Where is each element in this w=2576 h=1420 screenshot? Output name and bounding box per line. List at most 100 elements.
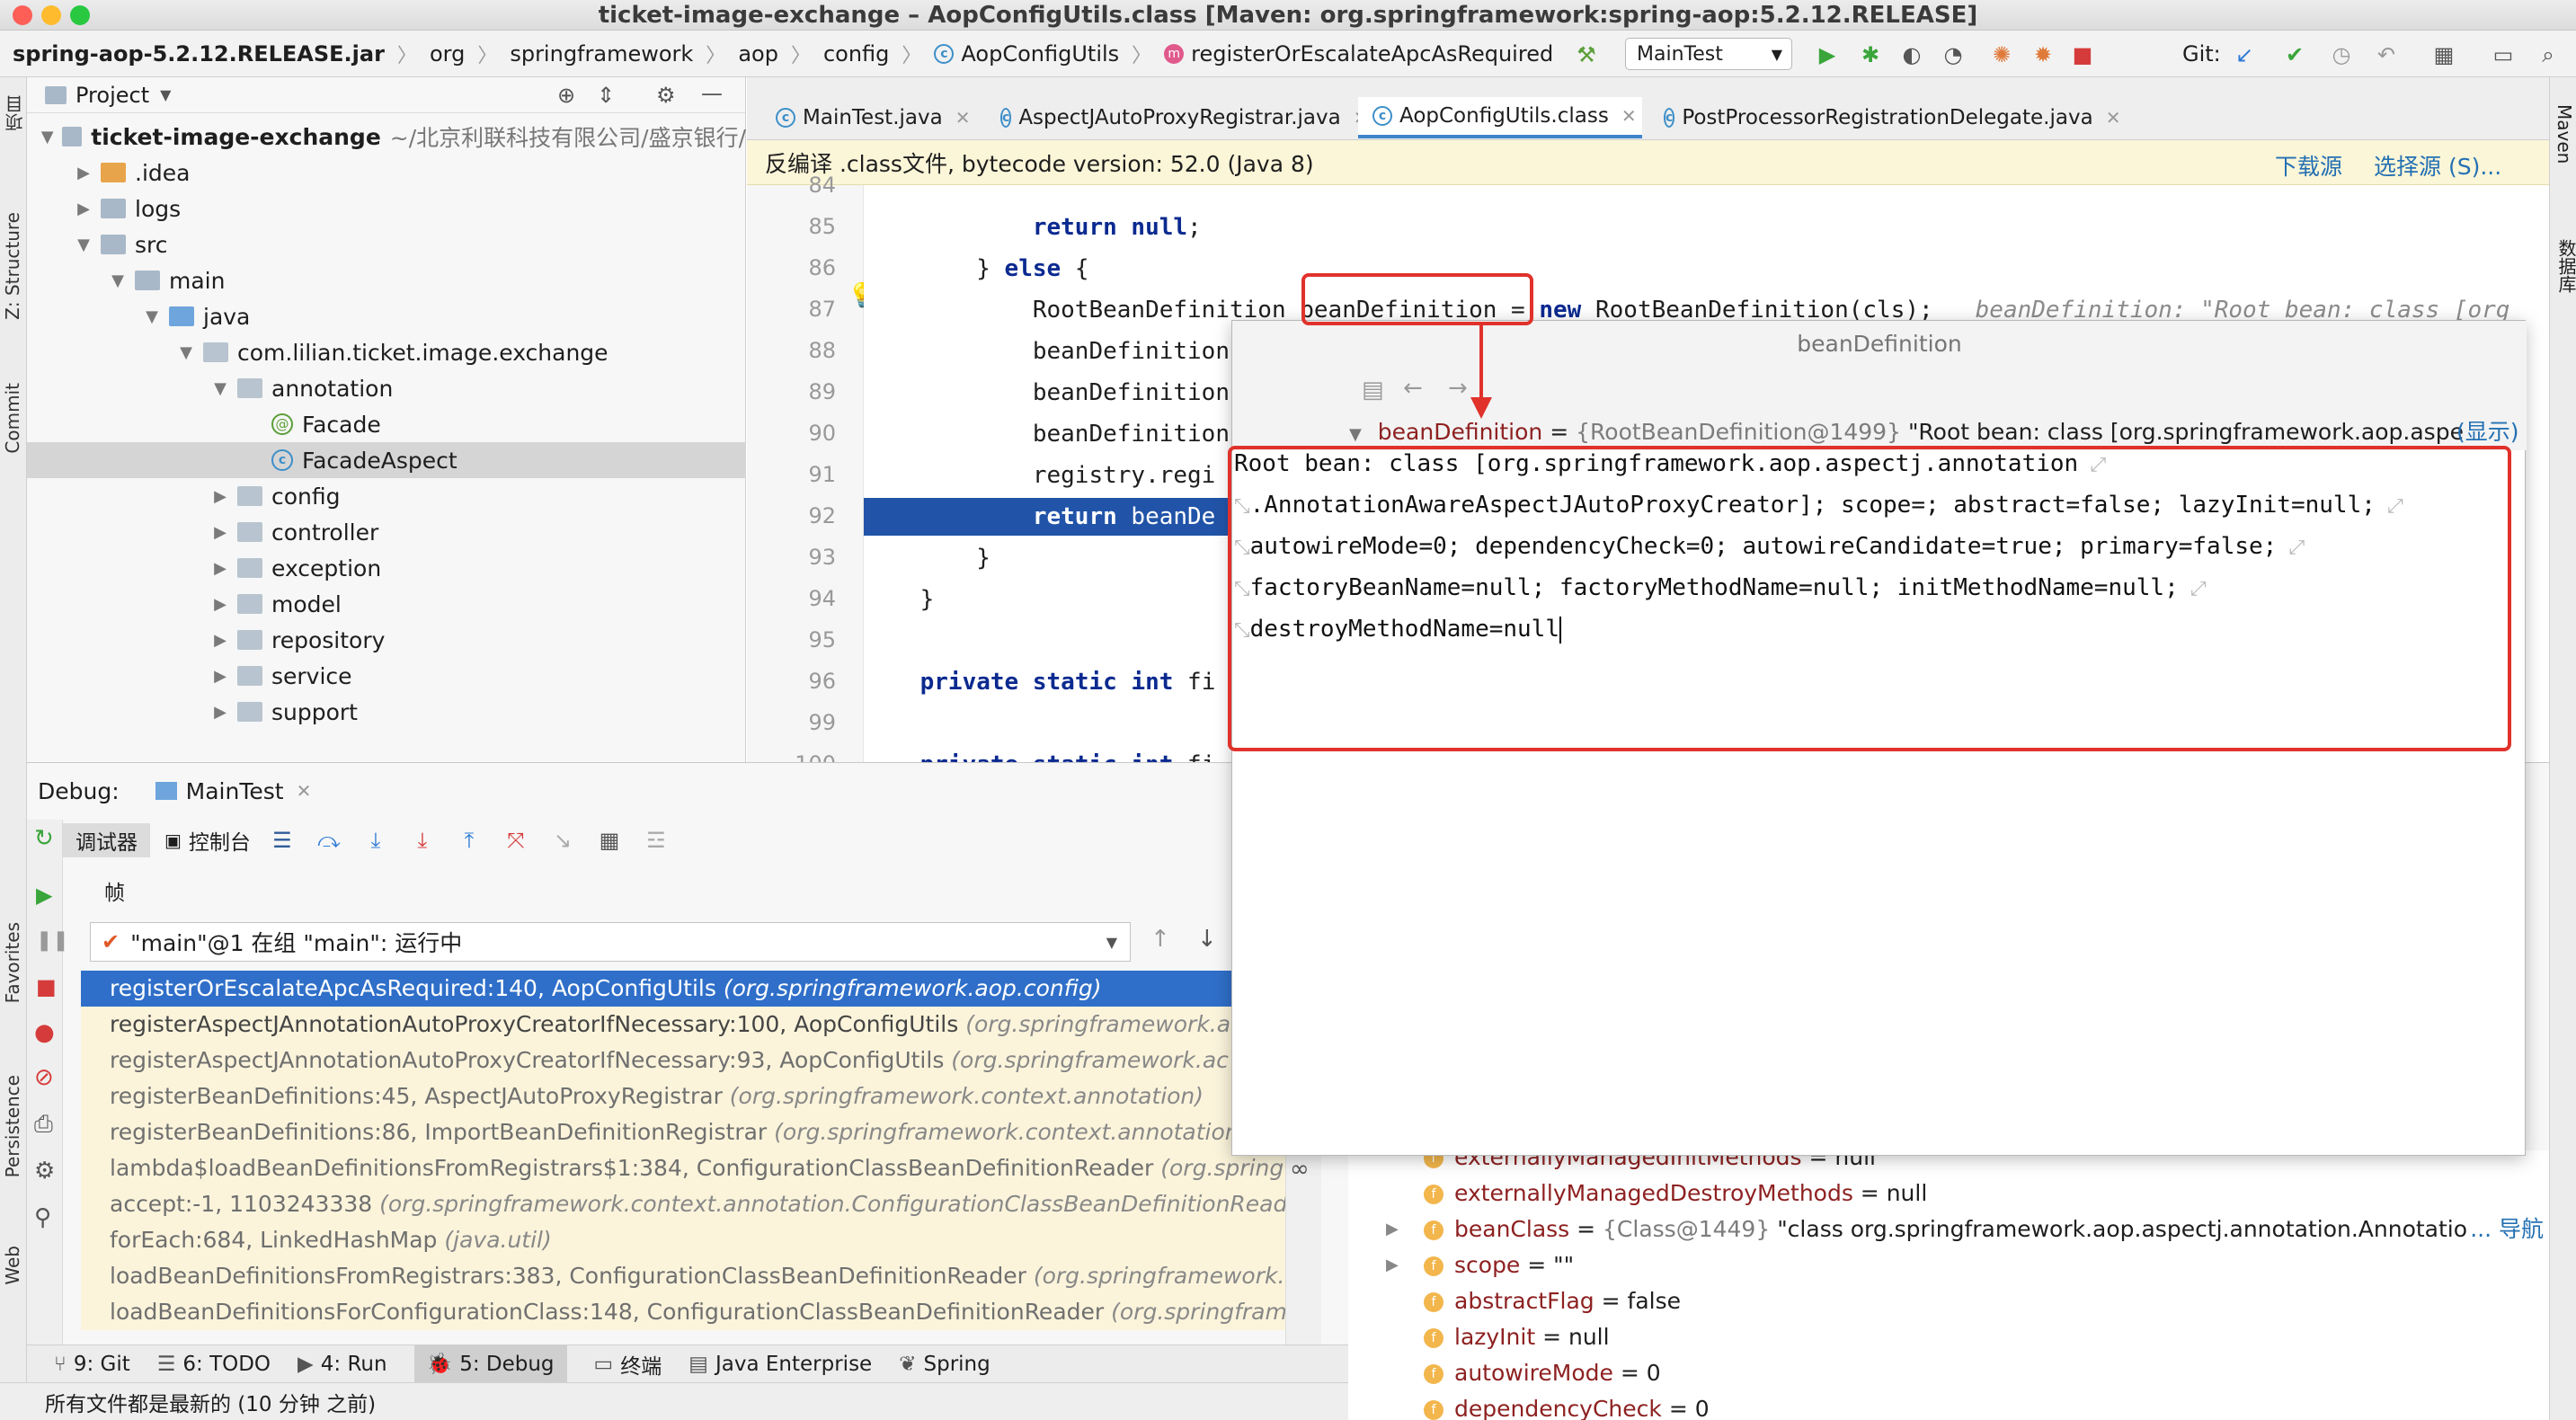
tree-item[interactable]: ▼ java	[27, 298, 746, 334]
database-tool-tab[interactable]: 数据库	[2554, 239, 2576, 293]
favorites-tool-tab[interactable]: Favorites	[2, 922, 23, 1003]
persistence-tool-tab[interactable]: Persistence	[2, 1075, 23, 1177]
collapsed-arrow-icon[interactable]: ▶	[210, 487, 230, 506]
tree-item[interactable]: ▶ service	[27, 658, 746, 694]
project-tool-tab[interactable]: 项目	[2, 95, 28, 131]
bottom-tab[interactable]: ☰ 6: TODO	[157, 1345, 271, 1383]
arrow-up-icon[interactable]: ↑	[1150, 926, 1170, 953]
collapsed-arrow-icon[interactable]: ▶	[74, 164, 93, 182]
stack-frame[interactable]: registerOrEscalateApcAsRequired:140, Aop…	[81, 971, 1285, 1007]
trace-icon[interactable]: ☲	[643, 827, 670, 854]
expanded-arrow-icon[interactable]: ▼	[210, 379, 230, 398]
run-configuration-select[interactable]: MainTest ▼	[1625, 38, 1792, 70]
tree-item[interactable]: ▶ config	[27, 478, 746, 514]
thread-select[interactable]: ✔ "main"@1 在组 "main": 运行中 ▼	[90, 922, 1131, 962]
project-structure-icon[interactable]: ▦	[2432, 43, 2456, 67]
git-update-icon[interactable]: ↙	[2233, 43, 2256, 67]
drop-frame-icon[interactable]: ⤧	[502, 827, 529, 854]
expanded-arrow-icon[interactable]: ▼	[142, 307, 162, 326]
popup-tree-icon[interactable]: ▤	[1362, 377, 1384, 404]
stack-frame[interactable]: registerAspectJAnnotationAutoProxyCreato…	[81, 1043, 1285, 1078]
expand-arrow-icon[interactable]: ▶	[1386, 1211, 1399, 1247]
locate-file-icon[interactable]: ⊕	[557, 83, 575, 108]
breadcrumb-aop[interactable]: aop	[738, 41, 778, 67]
bottom-tab[interactable]: ⑂ 9: Git	[54, 1345, 130, 1383]
bottom-tab[interactable]: ▭ 终端	[594, 1345, 662, 1383]
tree-item[interactable]: c FacadeAspect	[27, 442, 746, 478]
expanded-arrow-icon[interactable]: ▼	[108, 271, 128, 290]
breadcrumb-class[interactable]: c AopConfigUtils	[934, 41, 1119, 67]
tree-item[interactable]: ▶ repository	[27, 622, 746, 658]
expanded-arrow-icon[interactable]: ▼	[176, 343, 196, 362]
tab-maintest[interactable]: c MainTest.java ✕	[761, 97, 977, 138]
gear-icon[interactable]: ⚙	[656, 83, 676, 108]
close-icon[interactable]: ✕	[1621, 105, 1637, 127]
tree-item[interactable]: @ Facade	[27, 406, 746, 442]
tree-item[interactable]: ▶ model	[27, 586, 746, 622]
stack-frame[interactable]: registerBeanDefinitions:86, ImportBeanDe…	[81, 1114, 1285, 1150]
tree-item[interactable]: ▼ com.lilian.ticket.image.exchange	[27, 334, 746, 370]
show-execution-point-icon[interactable]: ⤼	[315, 827, 342, 854]
bottom-tab[interactable]: ▤ Java Enterprise	[688, 1345, 872, 1383]
commit-tool-tab[interactable]: Commit	[2, 383, 23, 454]
git-history-icon[interactable]: ◷	[2330, 43, 2353, 67]
bottom-tab[interactable]: 🐞 5: Debug	[413, 1345, 567, 1383]
step-into-icon[interactable]: ⤓	[409, 827, 436, 854]
evaluate-expression-icon[interactable]: ▦	[596, 827, 623, 854]
expanded-arrow-icon[interactable]: ▼	[74, 235, 93, 254]
run-to-cursor-icon[interactable]: ↘	[549, 827, 576, 854]
download-sources-link[interactable]: 下载源	[2275, 149, 2342, 182]
camera-icon[interactable]: ⎙	[34, 1111, 53, 1139]
variable-row[interactable]: ▶ f beanClass = {Class@1449} "class org.sp…	[1348, 1211, 2549, 1247]
tree-item[interactable]: ▶ logs	[27, 191, 746, 226]
structure-tool-tab[interactable]: Z: Structure	[2, 212, 23, 320]
collapsed-arrow-icon[interactable]: ▶	[210, 559, 230, 578]
variable-row[interactable]: f dependencyCheck = 0	[1348, 1391, 2549, 1420]
pause-icon[interactable]: ❚❚	[36, 929, 69, 952]
project-panel-title[interactable]: Project	[76, 83, 149, 108]
stack-frame[interactable]: forEach:684, LinkedHashMap (java.util)	[81, 1222, 1285, 1258]
collapsed-arrow-icon[interactable]: ▶	[210, 703, 230, 722]
git-commit-check-icon[interactable]: ✔	[2283, 43, 2306, 67]
search-icon[interactable]: ⌕	[2536, 43, 2560, 67]
collapsed-arrow-icon[interactable]: ▶	[210, 595, 230, 614]
tree-item[interactable]: ▼ src	[27, 226, 746, 262]
run-icon[interactable]: ▶	[1816, 43, 1839, 67]
expanded-arrow-icon[interactable]: ▼	[40, 128, 55, 146]
breadcrumb-springframework[interactable]: springframework	[510, 41, 693, 67]
attach-debugger-icon[interactable]: ✺	[1990, 43, 2013, 67]
force-step-into-icon[interactable]: ⤒	[456, 827, 483, 854]
build-hammer-icon[interactable]: ⚒	[1575, 43, 1598, 67]
mute-breakpoints-icon[interactable]: ⊘	[34, 1064, 54, 1091]
web-tool-tab[interactable]: Web	[2, 1246, 23, 1285]
maven-tool-tab[interactable]: Maven	[2554, 104, 2575, 164]
presentation-icon[interactable]: ▭	[2492, 43, 2515, 67]
arrow-left-icon[interactable]: ←	[1403, 375, 1423, 402]
breadcrumb-method[interactable]: m registerOrEscalateApcAsRequired	[1164, 41, 1553, 67]
close-icon[interactable]: ✕	[297, 780, 312, 802]
variable-row[interactable]: f lazyInit = null	[1348, 1319, 2549, 1355]
collapsed-arrow-icon[interactable]: ▶	[210, 631, 230, 650]
collapse-all-icon[interactable]: ⇕	[597, 83, 615, 108]
pin-icon[interactable]: ⚲	[34, 1204, 51, 1231]
tree-item[interactable]: ▼ ticket-image-exchange ~/北京利联科技有限公司/盛京银行/	[27, 119, 746, 155]
update-running-icon[interactable]: ✹	[2031, 43, 2055, 67]
debug-bug-icon[interactable]: ✱	[1859, 43, 1882, 67]
layout-menu-icon[interactable]: ☰	[269, 827, 296, 854]
gear-icon[interactable]: ⚙	[34, 1158, 55, 1185]
profile-icon[interactable]: ◔	[1941, 43, 1965, 67]
tab-debugger[interactable]: 调试器	[63, 823, 150, 857]
tree-item[interactable]: ▶ exception	[27, 550, 746, 586]
variable-row[interactable]: f externallyManagedDestroyMethods = null	[1348, 1176, 2549, 1211]
stack-frame[interactable]: lambda$loadBeanDefinitionsFromRegistrars…	[81, 1150, 1285, 1186]
arrow-down-icon[interactable]: ↓	[1197, 926, 1217, 953]
breadcrumb-config[interactable]: config	[823, 41, 889, 67]
tree-item[interactable]: ▶ controller	[27, 514, 746, 550]
rerun-icon[interactable]: ↻	[34, 825, 54, 852]
stack-frame[interactable]: loadBeanDefinitionsForConfigurationClass…	[81, 1294, 1285, 1330]
collapsed-arrow-icon[interactable]: ▶	[210, 667, 230, 686]
collapsed-arrow-icon[interactable]: ▶	[210, 523, 230, 542]
close-icon[interactable]: ✕	[2106, 107, 2121, 129]
choose-sources-link[interactable]: 选择源 (S)...	[2374, 149, 2501, 182]
stack-frame[interactable]: loadBeanDefinitionsFromRegistrars:383, C…	[81, 1258, 1285, 1294]
